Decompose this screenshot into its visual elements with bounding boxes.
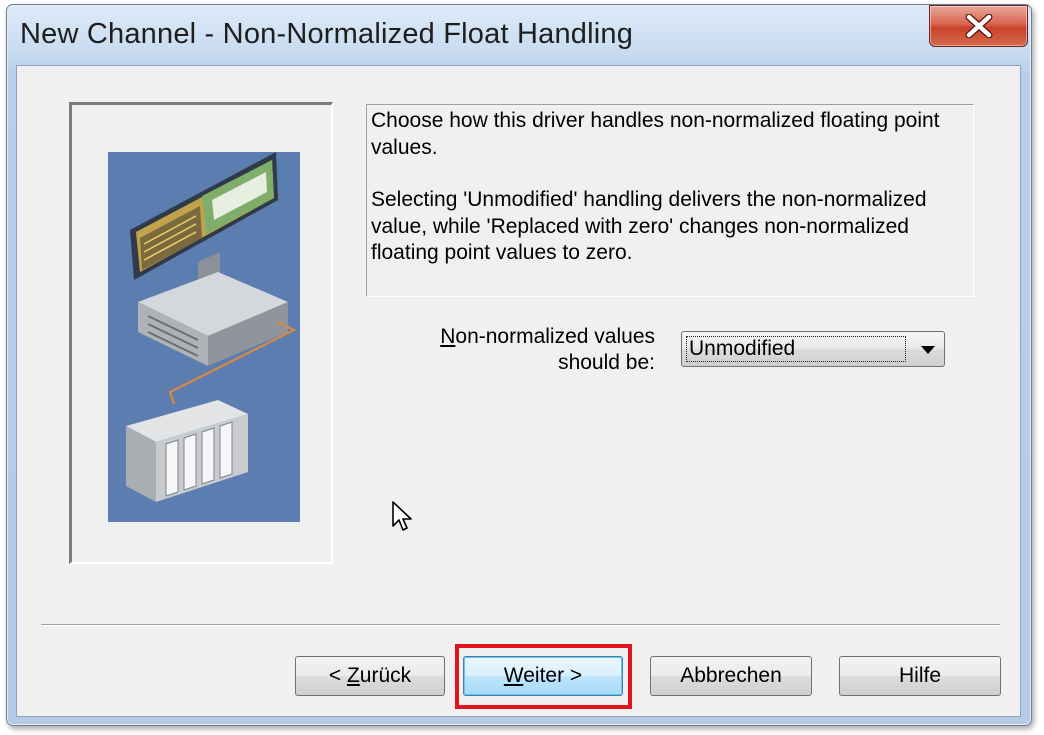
mouse-pointer-icon xyxy=(392,501,412,531)
non-normalized-values-label: Non-normalized values should be: xyxy=(397,324,655,376)
illustration-frame xyxy=(69,102,333,564)
next-button[interactable]: Weiter > xyxy=(463,656,623,696)
next-label: eiter > xyxy=(523,664,583,687)
chevron-down-icon[interactable] xyxy=(920,345,936,355)
non-normalized-values-dropdown[interactable]: Unmodified xyxy=(681,331,945,367)
window-title: New Channel - Non-Normalized Float Handl… xyxy=(20,18,634,50)
title-bar[interactable]: New Channel - Non-Normalized Float Handl… xyxy=(7,5,1031,65)
dialog-client-area: Choose how this driver handles non-norma… xyxy=(16,65,1021,717)
help-button[interactable]: Hilfe xyxy=(839,656,1001,696)
description-text-2: Selecting 'Unmodified' handling delivers… xyxy=(371,188,927,264)
wizard-window: New Channel - Non-Normalized Float Handl… xyxy=(6,4,1032,726)
label-line1: on-normalized values xyxy=(455,325,655,348)
back-mnemonic: Z xyxy=(346,664,360,687)
description-text-1: Choose how this driver handles non-norma… xyxy=(371,109,940,159)
computer-plc-illustration xyxy=(108,152,300,522)
back-prefix: < xyxy=(328,664,347,687)
close-x-icon xyxy=(965,14,992,38)
label-mnemonic: N xyxy=(440,325,456,348)
dropdown-selected-value: Unmodified xyxy=(686,336,906,362)
close-button[interactable] xyxy=(929,5,1028,47)
back-button[interactable]: < Zurück xyxy=(295,656,445,696)
back-label: urück xyxy=(359,664,412,687)
cancel-button[interactable]: Abbrechen xyxy=(650,656,812,696)
label-line2: should be: xyxy=(558,351,655,374)
description-panel: Choose how this driver handles non-norma… xyxy=(366,104,974,297)
footer-separator xyxy=(41,624,1000,626)
next-mnemonic: W xyxy=(503,664,524,687)
